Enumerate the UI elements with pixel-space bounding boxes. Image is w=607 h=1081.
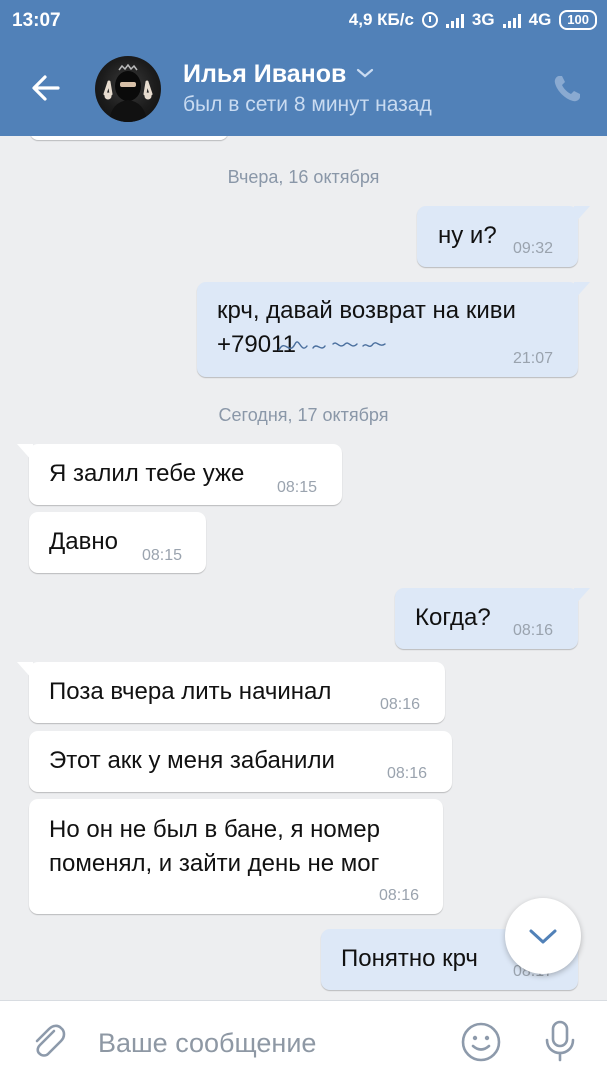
message-text: Когда? [415, 604, 491, 631]
chevron-down-icon [529, 929, 557, 944]
signal-icon [445, 12, 464, 28]
bubble-tail [574, 206, 590, 224]
scroll-to-bottom-button[interactable] [505, 898, 581, 974]
message-bubble-outgoing[interactable]: Когда? 08:16 [395, 588, 590, 649]
message-text: Я залил тебе уже [49, 460, 245, 487]
message-text-line: поменял, и зайти день не мог [49, 850, 380, 877]
message-time: 08:16 [513, 622, 554, 639]
message-text: крч, давай возврат на киви [217, 297, 516, 324]
message-time: 08:15 [142, 547, 183, 564]
bubble-tail [574, 588, 590, 606]
message-bubble-incoming[interactable]: Поза вчера лить начинал 08:16 [17, 662, 445, 723]
contact-name[interactable]: Илья Иванов [183, 60, 346, 89]
date-separator: Сегодня, 17 октября [218, 405, 389, 425]
microphone-icon[interactable] [540, 1019, 580, 1063]
redaction-scribble [278, 341, 386, 351]
contact-status: был в сети 8 минут назад [183, 93, 432, 116]
status-indicators: 4,9 КБ/с 3G 4G 100 [349, 10, 597, 30]
paperclip-icon[interactable] [28, 1021, 68, 1061]
date-separator: Вчера, 16 октября [227, 167, 380, 187]
battery-icon: 100 [559, 10, 597, 30]
message-bubble-incoming[interactable]: Давно 08:15 [29, 512, 206, 573]
message-time: 08:16 [379, 887, 420, 904]
message-text: Понятно крч [341, 945, 478, 972]
network-type-2: 4G [528, 10, 552, 29]
message-time: 21:07 [513, 350, 554, 367]
status-bar: 13:07 4,9 КБ/с 3G 4G 100 [0, 0, 607, 42]
chevron-down-icon[interactable] [356, 67, 374, 79]
message-time: 08:16 [387, 765, 428, 782]
avatar-image [103, 63, 153, 122]
avatar[interactable] [95, 56, 161, 122]
arrow-left-icon[interactable] [26, 68, 66, 108]
signal-icon [502, 12, 521, 28]
message-text: Этот акк у меня забанили [49, 747, 335, 774]
bubble-tail [17, 444, 33, 462]
network-type-1: 3G [471, 10, 495, 29]
alarm-icon [421, 12, 438, 28]
message-bubble-incoming[interactable]: Этот акк у меня забанили 08:16 [29, 731, 452, 792]
message-input[interactable] [96, 1021, 440, 1065]
message-text: Поза вчера лить начинал [49, 678, 332, 705]
message-bubble-partial [30, 136, 228, 140]
message-time: 08:15 [277, 479, 318, 496]
message-time: 09:32 [513, 240, 554, 257]
chat-header: Илья Иванов был в сети 8 минут назад [0, 42, 607, 136]
message-bubble-outgoing[interactable]: ну и? 09:32 [417, 206, 590, 267]
message-list[interactable]: Вчера, 16 октября ну и? 09:32 крч, давай… [0, 136, 607, 1000]
bubble-tail [574, 282, 590, 300]
message-composer [0, 1000, 607, 1081]
bubble-tail [17, 662, 33, 680]
message-bubble-outgoing[interactable]: крч, давай возврат на киви +79011 21:07 [197, 282, 590, 377]
network-speed: 4,9 КБ/с [348, 10, 414, 29]
status-time: 13:07 [12, 10, 61, 31]
message-text-line: Но он не был в бане, я номер [49, 816, 380, 843]
message-bubble-incoming[interactable]: Но он не был в бане, я номер поменял, и … [29, 799, 443, 914]
message-text: Давно [49, 528, 118, 555]
message-text: ну и? [438, 222, 497, 249]
message-bubble-incoming[interactable]: Я залил тебе уже 08:15 [17, 444, 342, 505]
smile-icon[interactable] [460, 1021, 502, 1063]
phone-icon[interactable] [550, 72, 584, 106]
message-time: 08:16 [380, 696, 421, 713]
